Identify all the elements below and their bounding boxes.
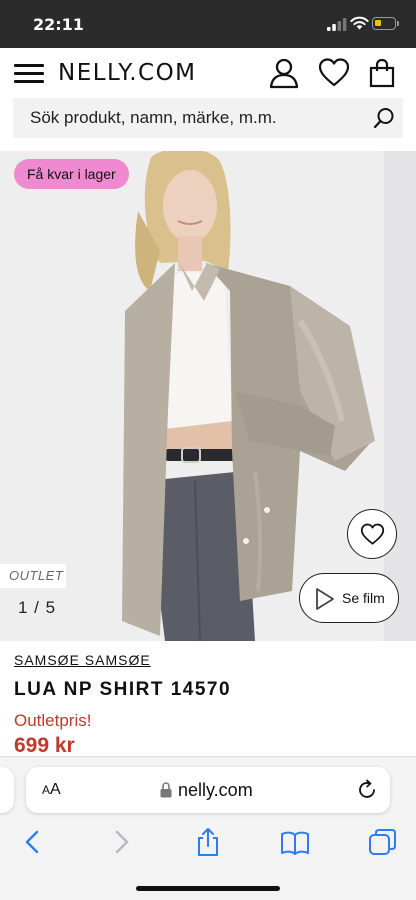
- forward-icon[interactable]: [106, 827, 136, 857]
- battery-icon: [372, 17, 399, 30]
- back-icon[interactable]: [18, 827, 48, 857]
- search-input[interactable]: [13, 98, 363, 138]
- address-bar[interactable]: AA nelly.com: [26, 767, 390, 813]
- wifi-icon: [350, 16, 369, 30]
- heart-icon: [360, 523, 385, 545]
- image-counter: 1 / 5: [18, 598, 57, 617]
- bookmarks-icon[interactable]: [280, 827, 310, 857]
- outlet-price-label: Outletpris!: [14, 711, 92, 730]
- shopping-bag-icon[interactable]: [366, 57, 398, 89]
- previous-tab-peek[interactable]: [0, 767, 14, 813]
- outlet-tag: OUTLET: [0, 564, 66, 588]
- search-icon[interactable]: [373, 107, 395, 129]
- home-indicator[interactable]: [136, 886, 280, 891]
- product-price: 699 kr: [14, 734, 75, 757]
- search-bar: [13, 98, 403, 138]
- url-text[interactable]: nelly.com: [178, 780, 253, 801]
- cellular-signal-icon: [327, 18, 347, 31]
- stock-badge: Få kvar i lager: [14, 159, 129, 189]
- lock-icon: [160, 782, 172, 798]
- status-time: 22:11: [33, 15, 84, 34]
- tabs-icon[interactable]: [368, 827, 398, 857]
- text-size-button[interactable]: AA: [42, 781, 61, 799]
- share-icon[interactable]: [193, 827, 223, 857]
- account-icon[interactable]: [268, 57, 300, 89]
- next-photo-peek[interactable]: [384, 151, 416, 641]
- product-name: LUA NP SHIRT 14570: [14, 679, 232, 700]
- play-video-button[interactable]: Se film: [299, 573, 399, 623]
- play-video-label: Se film: [342, 590, 385, 606]
- menu-icon[interactable]: [14, 62, 44, 84]
- brand-link[interactable]: SAMSØE SAMSØE: [14, 652, 151, 668]
- site-logo[interactable]: NELLY.COM: [58, 60, 197, 86]
- add-to-wishlist-button[interactable]: [347, 509, 397, 559]
- site-header: NELLY.COM: [0, 48, 416, 98]
- browser-toolbar: AA nelly.com: [0, 756, 416, 900]
- reload-icon[interactable]: [356, 779, 378, 801]
- play-icon: [316, 588, 334, 610]
- status-bar: 22:11: [0, 0, 416, 48]
- heart-icon[interactable]: [318, 57, 350, 89]
